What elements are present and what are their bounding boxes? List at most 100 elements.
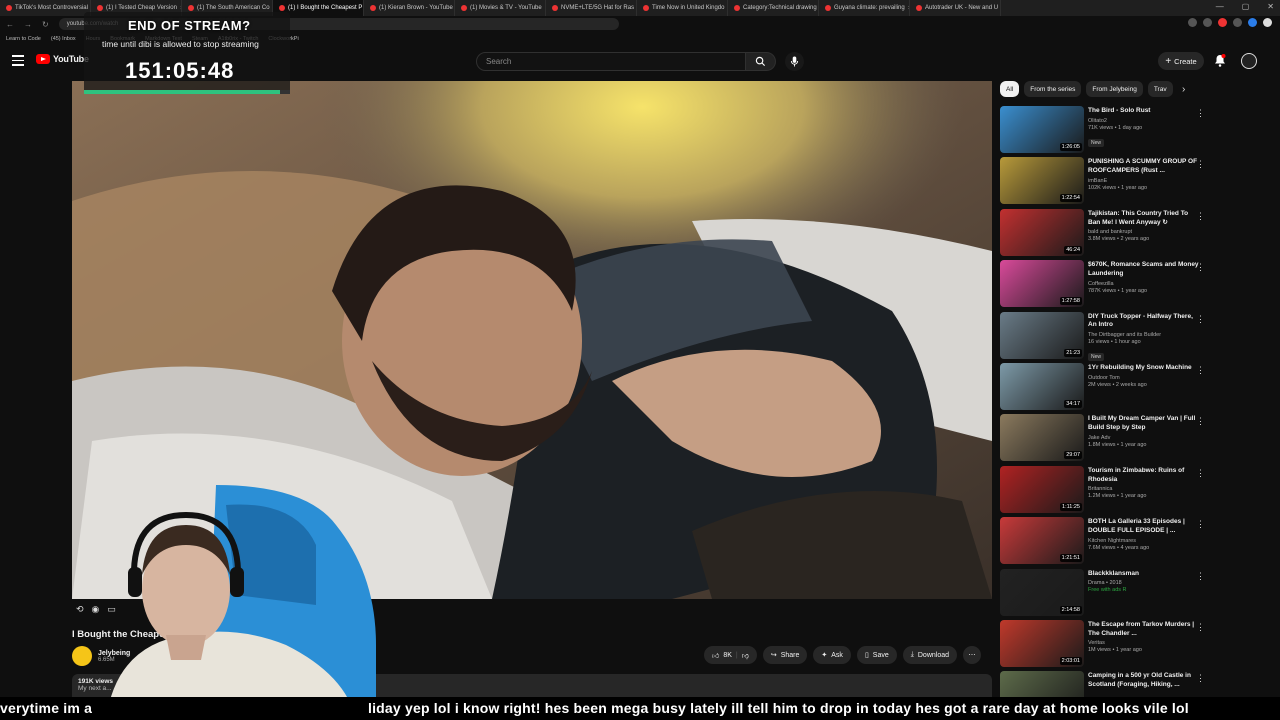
maximize-icon[interactable]: ▢ (1242, 2, 1250, 11)
filter-chip[interactable]: From the series (1024, 81, 1082, 97)
video-channel[interactable]: Veritas (1088, 640, 1200, 646)
more-vertical-icon[interactable]: ⋮ (1196, 314, 1205, 325)
video-channel[interactable]: Drama • 2018 (1088, 580, 1200, 586)
overlay-timer: 151:05:48 (125, 58, 235, 83)
ask-button[interactable]: ✦ Ask (813, 646, 851, 664)
more-vertical-icon[interactable]: ⋮ (1196, 159, 1205, 170)
notifications-button[interactable] (1214, 54, 1226, 72)
video-thumbnail[interactable]: 34:17 (1000, 362, 1084, 410)
youtube-logo[interactable]: YouTube (36, 54, 89, 64)
video-title[interactable]: Tourism in Zimbabwe: Ruins of Rhodesia (1088, 467, 1200, 485)
video-thumbnail[interactable]: 2:03:01 (1000, 619, 1084, 667)
more-vertical-icon[interactable]: ⋮ (1196, 365, 1205, 376)
video-channel[interactable]: Coffeezilla (1088, 281, 1200, 287)
video-thumbnail[interactable]: 2:14:58 (1000, 568, 1084, 616)
video-title[interactable]: BOTH La Galleria 33 Episodes | DOUBLE FU… (1088, 518, 1200, 536)
browser-tab[interactable]: Guyana climate: prevailing× (819, 0, 910, 16)
reload-icon[interactable]: ↻ (42, 20, 49, 29)
video-thumbnail[interactable]: 1:21:51 (1000, 517, 1084, 565)
browser-tab[interactable]: Category:Technical drawing× (728, 0, 819, 16)
video-channel[interactable]: Kitchen Nightmares (1088, 538, 1200, 544)
video-channel[interactable]: Jake Adv (1088, 435, 1200, 441)
video-channel[interactable]: Britannica (1088, 486, 1200, 492)
extension-icon[interactable] (1218, 18, 1227, 27)
more-vertical-icon[interactable]: ⋮ (1196, 622, 1205, 633)
recommended-video[interactable]: 2:03:01 The Escape from Tarkov Murders | … (1000, 619, 1208, 671)
recommended-video[interactable]: 34:17 1Yr Rebuilding My Snow Machine Outdo… (1000, 362, 1208, 414)
browser-tab[interactable]: Time Now in United Kingdo× (637, 0, 728, 16)
browser-tab[interactable]: TikTok's Most Controversial× (0, 0, 91, 16)
video-thumbnail[interactable]: 29:07 (1000, 414, 1084, 462)
share-button[interactable]: ↪ Share (762, 646, 808, 664)
video-title[interactable]: The Escape from Tarkov Murders | The Cha… (1088, 621, 1200, 639)
browser-tab[interactable]: NVME+LTE/5G Hat for Ras× (546, 0, 637, 16)
recommended-video[interactable]: 1:26:05 The Bird - Solo Rust Olitato2 71K v… (1000, 106, 1208, 157)
recommended-video[interactable]: 29:07 I Built My Dream Camper Van | Full … (1000, 414, 1208, 465)
more-vertical-icon[interactable]: ⋮ (1196, 262, 1205, 273)
close-window-icon[interactable]: ✕ (1267, 2, 1274, 11)
bookmark-item[interactable]: (45) Inbox (51, 36, 76, 42)
bookmark-item[interactable]: Learn to Code (6, 36, 41, 42)
filter-chip[interactable]: Trav (1147, 81, 1173, 97)
search-button[interactable] (746, 52, 776, 71)
video-channel[interactable]: imBanE (1088, 178, 1200, 184)
recommended-video[interactable]: 1:27:58 $670K, Romance Scams and Money La… (1000, 260, 1208, 311)
video-channel[interactable]: The Dirtbagger and its Builder (1088, 332, 1200, 338)
video-title[interactable]: The Bird - Solo Rust (1088, 107, 1200, 116)
more-vertical-icon[interactable]: ⋮ (1196, 416, 1205, 427)
video-title[interactable]: $670K, Romance Scams and Money Launderin… (1088, 261, 1200, 279)
video-title[interactable]: Blackkklansman (1088, 570, 1200, 579)
thumbs-down-icon[interactable]: 👎︎ (742, 651, 749, 660)
extension-icon[interactable] (1203, 18, 1212, 27)
more-vertical-icon[interactable]: ⋮ (1196, 211, 1205, 222)
extension-icon[interactable] (1188, 18, 1197, 27)
download-button[interactable]: ⤓ Download (902, 646, 958, 664)
more-vertical-icon[interactable]: ⋮ (1196, 468, 1205, 479)
search-input[interactable] (486, 57, 745, 66)
filter-chip[interactable]: From Jelybeing (1086, 81, 1143, 97)
like-button[interactable]: 👍︎ 8K | 👎︎ (704, 646, 757, 664)
forward-icon[interactable]: → (24, 20, 32, 29)
video-title[interactable]: 1Yr Rebuilding My Snow Machine (1088, 364, 1200, 373)
create-button[interactable]: + Create (1158, 52, 1204, 70)
back-icon[interactable]: ← (6, 20, 14, 29)
video-title[interactable]: I Built My Dream Camper Van | Full Build… (1088, 415, 1200, 433)
video-title[interactable]: DIY Truck Topper - Halfway There, An Int… (1088, 313, 1200, 331)
recommended-video[interactable]: 1:22:54 PUNISHING A SCUMMY GROUP OF ROOFC… (1000, 157, 1208, 208)
recommended-video[interactable]: 1:11:25 Tourism in Zimbabwe: Ruins of Rho… (1000, 465, 1208, 517)
video-title[interactable]: Tajikistan: This Country Tried To Ban Me… (1088, 210, 1200, 228)
more-vertical-icon[interactable]: ⋮ (1196, 571, 1205, 582)
browser-tab[interactable]: (1) Kieran Brown - YouTube× (364, 0, 455, 16)
extension-icon[interactable] (1233, 18, 1242, 27)
more-actions-button[interactable]: ⋯ (963, 646, 982, 664)
video-thumbnail[interactable]: 21:23 (1000, 311, 1084, 359)
video-thumbnail[interactable]: 1:11:25 (1000, 465, 1084, 513)
save-button[interactable]: ▯ Save (856, 646, 897, 664)
profile-icon[interactable] (1263, 18, 1272, 27)
extension-icon[interactable] (1248, 18, 1257, 27)
voice-search-button[interactable] (785, 52, 804, 71)
filter-chip[interactable]: All (1000, 81, 1020, 97)
recommended-video[interactable]: 46:24 Tajikistan: This Country Tried To B… (1000, 208, 1208, 260)
video-thumbnail[interactable]: 1:22:54 (1000, 157, 1084, 205)
video-title[interactable]: PUNISHING A SCUMMY GROUP OF ROOFCAMPERS … (1088, 158, 1200, 176)
account-avatar[interactable] (1241, 53, 1257, 69)
more-vertical-icon[interactable]: ⋮ (1196, 673, 1205, 684)
video-thumbnail[interactable]: 1:27:58 (1000, 260, 1084, 308)
browser-tab[interactable]: Autotrader UK - New and U× (910, 0, 1001, 16)
recommended-video[interactable]: 21:23 DIY Truck Topper - Halfway There, A… (1000, 311, 1208, 363)
video-channel[interactable]: Outdoor Tom (1088, 375, 1200, 381)
recommended-video[interactable]: 1:21:51 BOTH La Galleria 33 Episodes | DO… (1000, 517, 1208, 568)
browser-tab[interactable]: (1) Movies & TV - YouTube× (455, 0, 546, 16)
video-thumbnail[interactable]: 46:24 (1000, 208, 1084, 256)
video-channel[interactable]: bald and bankrupt (1088, 229, 1200, 235)
minimize-icon[interactable]: — (1216, 2, 1224, 11)
chevron-right-icon[interactable]: › (1182, 84, 1185, 95)
video-thumbnail[interactable]: 1:26:05 (1000, 106, 1084, 153)
video-title[interactable]: Camping in a 500 yr Old Castle in Scotla… (1088, 672, 1200, 690)
more-vertical-icon[interactable]: ⋮ (1196, 519, 1205, 530)
recommended-video[interactable]: 2:14:58 Blackkklansman Drama • 2018 Free wi… (1000, 568, 1208, 620)
video-channel[interactable]: Olitato2 (1088, 118, 1200, 124)
hamburger-menu-icon[interactable] (12, 55, 24, 69)
more-vertical-icon[interactable]: ⋮ (1196, 108, 1205, 119)
